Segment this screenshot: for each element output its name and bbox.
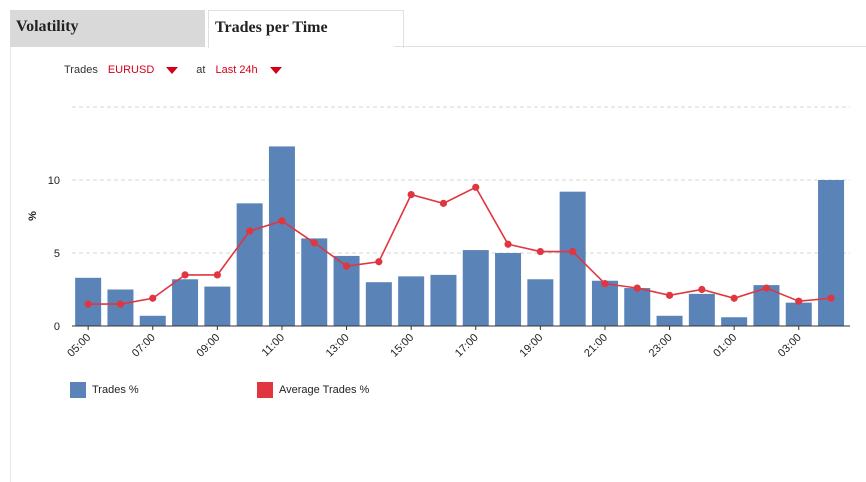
average-point xyxy=(698,285,706,294)
x-tick-label: 21:00 xyxy=(582,332,610,360)
x-tick-label: 03:00 xyxy=(776,332,804,360)
bar xyxy=(495,253,522,326)
average-point xyxy=(569,247,577,256)
legend-average-label: Average Trades % xyxy=(279,384,370,396)
legend-trades-label: Trades % xyxy=(92,384,139,396)
legend-trades[interactable]: Trades % xyxy=(70,382,139,398)
bar xyxy=(398,276,425,326)
average-point xyxy=(84,300,92,308)
bar xyxy=(785,302,812,326)
average-point xyxy=(375,258,383,266)
bar xyxy=(721,317,748,326)
x-tick-label: 11:00 xyxy=(260,332,287,359)
x-tick-label: 15:00 xyxy=(388,332,416,360)
bar xyxy=(624,288,651,326)
x-tick-label: 05:00 xyxy=(65,332,93,360)
y-tick-label: 10 xyxy=(48,175,60,187)
average-point xyxy=(181,271,189,279)
average-point xyxy=(310,239,318,247)
x-tick-label: 07:00 xyxy=(130,332,158,360)
bar xyxy=(301,238,328,326)
x-tick-label: 09:00 xyxy=(195,332,223,360)
legend-average-swatch xyxy=(257,382,273,398)
x-tick-label: 19:00 xyxy=(518,332,546,360)
average-point xyxy=(149,294,157,302)
average-point xyxy=(213,271,221,279)
bar xyxy=(268,146,295,326)
y-axis-label: % xyxy=(27,211,39,221)
average-point xyxy=(536,247,544,256)
bar xyxy=(656,315,683,326)
average-point xyxy=(278,217,286,225)
average-line xyxy=(88,186,832,305)
bar xyxy=(204,286,231,326)
bar xyxy=(527,279,554,326)
bar xyxy=(107,289,134,326)
average-point xyxy=(407,191,415,199)
bar xyxy=(818,180,845,326)
average-point xyxy=(342,262,351,270)
average-point xyxy=(472,183,480,191)
average-point xyxy=(762,284,771,292)
bar xyxy=(172,279,199,326)
average-point xyxy=(601,280,609,288)
bar xyxy=(430,274,457,326)
x-tick-label: 23:00 xyxy=(647,332,675,360)
legend-trades-swatch xyxy=(70,382,86,398)
average-point xyxy=(116,300,125,308)
average-point xyxy=(827,294,835,302)
average-point xyxy=(246,227,254,235)
legend-average[interactable]: Average Trades % xyxy=(257,382,369,398)
x-tick-label: 01:00 xyxy=(711,332,739,360)
average-point xyxy=(439,199,448,207)
x-tick-label: 13:00 xyxy=(324,332,352,360)
average-point xyxy=(633,284,641,292)
bar xyxy=(591,280,618,326)
average-point xyxy=(730,294,738,302)
x-tick-label: 17:00 xyxy=(453,332,481,360)
trades-chart: 0 5 10% 05:00 07:00 09:00 11:00 13:00 15:00 17:00… xyxy=(27,106,850,360)
bar xyxy=(236,203,263,326)
bar xyxy=(139,315,166,326)
y-tick-label: 5 xyxy=(54,248,60,260)
average-point xyxy=(795,297,803,305)
average-point xyxy=(504,240,512,248)
y-tick-label: 0 xyxy=(54,321,60,333)
bar xyxy=(365,282,392,326)
average-point xyxy=(665,291,674,299)
bar xyxy=(462,250,489,326)
bar xyxy=(559,191,586,326)
bar xyxy=(688,293,715,326)
